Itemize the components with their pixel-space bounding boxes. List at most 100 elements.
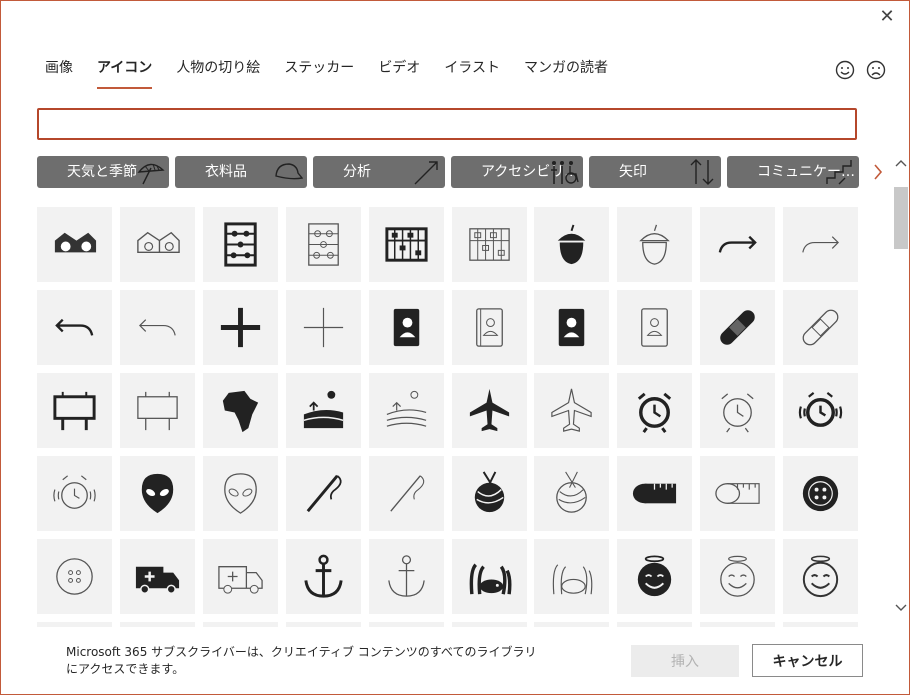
farm-field-outline-icon	[386, 390, 427, 427]
icon-tile[interactable]	[617, 207, 692, 282]
icon-tile[interactable]	[286, 373, 361, 448]
icon-tile[interactable]	[534, 207, 609, 282]
icon-tile[interactable]	[617, 373, 692, 448]
icon-tile[interactable]	[369, 622, 444, 627]
icon-tile[interactable]	[37, 622, 112, 627]
icon-tile[interactable]	[369, 373, 444, 448]
icon-tile[interactable]	[534, 373, 609, 448]
category-arrows[interactable]: 矢印	[589, 156, 721, 188]
smiling-angel-outline-icon	[720, 555, 755, 597]
icon-tile[interactable]	[203, 456, 278, 531]
scrollbar-thumb[interactable]	[894, 187, 908, 249]
tab-illustrations[interactable]: イラスト	[444, 58, 500, 90]
arrow-trend-icon	[414, 161, 438, 185]
icon-tile[interactable]	[203, 207, 278, 282]
icon-tile[interactable]	[286, 290, 361, 365]
icon-tile[interactable]	[783, 456, 858, 531]
icon-tile[interactable]	[617, 622, 692, 627]
icon-tile[interactable]	[286, 207, 361, 282]
icon-tile[interactable]	[120, 539, 195, 614]
category-clothing[interactable]: 衣料品	[175, 156, 307, 188]
icon-tile[interactable]	[617, 539, 692, 614]
icon-tile[interactable]	[783, 539, 858, 614]
billboard-icon	[53, 391, 96, 431]
africa-icon	[222, 390, 259, 433]
icon-tile[interactable]	[37, 456, 112, 531]
3d-glasses-outline-icon	[137, 231, 180, 254]
tab-stickers[interactable]: ステッカー	[284, 58, 354, 90]
dialog-window: ✕ 画像 アイコン 人物の切り絵 ステッカー ビデオ イラスト マンガの読者 天…	[0, 0, 910, 695]
icon-tile[interactable]	[452, 373, 527, 448]
icon-tile[interactable]	[369, 539, 444, 614]
icon-tile[interactable]	[120, 290, 195, 365]
icon-tile[interactable]	[783, 622, 858, 627]
icon-tile[interactable]	[452, 456, 527, 531]
icon-tile[interactable]	[203, 539, 278, 614]
icon-tile[interactable]	[700, 207, 775, 282]
alarm-clock-icon	[637, 392, 672, 433]
tab-icons[interactable]: アイコン	[97, 58, 153, 90]
icon-tile[interactable]	[286, 622, 361, 627]
anemone-fish-outline-icon	[552, 564, 593, 595]
icon-tile[interactable]	[534, 622, 609, 627]
icon-tile[interactable]	[452, 290, 527, 365]
icon-tile[interactable]	[452, 622, 527, 627]
tab-videos[interactable]: ビデオ	[378, 58, 420, 90]
icon-tile[interactable]	[700, 539, 775, 614]
icon-tile[interactable]	[452, 207, 527, 282]
icon-tile[interactable]	[700, 373, 775, 448]
category-weather-seasons[interactable]: 天気と季節	[37, 156, 169, 188]
icon-tile[interactable]	[37, 373, 112, 448]
icon-tile[interactable]	[37, 290, 112, 365]
icon-tile[interactable]	[37, 207, 112, 282]
icon-tile[interactable]	[534, 539, 609, 614]
icon-tile[interactable]	[783, 290, 858, 365]
icon-tile[interactable]	[120, 207, 195, 282]
icon-tile[interactable]	[617, 456, 692, 531]
icon-tile[interactable]	[369, 290, 444, 365]
frown-feedback-icon[interactable]	[865, 59, 887, 81]
search-input[interactable]	[37, 108, 857, 140]
subscriber-note: Microsoft 365 サブスクライバーは、クリエイティブ コンテンツのすべ…	[66, 645, 537, 676]
tab-cutout-people[interactable]: 人物の切り絵	[176, 58, 260, 90]
insert-button[interactable]: 挿入	[631, 645, 739, 677]
ambulance-outline-icon	[218, 566, 263, 594]
cancel-button[interactable]: キャンセル	[752, 644, 863, 677]
tab-comic-people[interactable]: マンガの読者	[524, 58, 608, 90]
icon-tile[interactable]	[783, 207, 858, 282]
icon-tile[interactable]	[286, 456, 361, 531]
category-communication[interactable]: コミュニケー…	[727, 156, 859, 188]
smile-feedback-icon[interactable]	[834, 59, 856, 81]
icon-tile[interactable]	[203, 622, 278, 627]
ambulance-icon	[135, 566, 180, 594]
icon-tile[interactable]	[617, 290, 692, 365]
chevron-up-icon[interactable]	[892, 153, 910, 173]
tab-images[interactable]: 画像	[45, 58, 73, 90]
icon-tile[interactable]	[203, 373, 278, 448]
icon-tile[interactable]	[286, 539, 361, 614]
icon-tile[interactable]	[120, 456, 195, 531]
close-icon[interactable]: ✕	[878, 7, 896, 27]
icon-tile[interactable]	[203, 290, 278, 365]
icon-tile[interactable]	[37, 539, 112, 614]
abacus-wide-outline-icon	[469, 228, 510, 261]
chevron-right-icon[interactable]	[869, 159, 887, 185]
icon-tile[interactable]	[700, 456, 775, 531]
icon-tile[interactable]	[120, 622, 195, 627]
icon-tile[interactable]	[783, 373, 858, 448]
icon-tile[interactable]	[369, 207, 444, 282]
icon-tile[interactable]	[369, 456, 444, 531]
category-accessibility[interactable]: アクセシビリ…	[451, 156, 583, 188]
icon-tile[interactable]	[452, 539, 527, 614]
icon-tile[interactable]	[700, 290, 775, 365]
chevron-down-icon[interactable]	[892, 598, 910, 618]
acorn-icon	[557, 224, 586, 265]
icon-tile[interactable]	[700, 622, 775, 627]
category-analytics[interactable]: 分析	[313, 156, 445, 188]
icon-tile[interactable]	[534, 290, 609, 365]
airplane-icon	[469, 388, 510, 432]
icon-tile[interactable]	[534, 456, 609, 531]
smiling-angel-icon	[637, 555, 672, 597]
icon-tile[interactable]	[120, 373, 195, 448]
vertical-scrollbar[interactable]	[892, 153, 910, 620]
